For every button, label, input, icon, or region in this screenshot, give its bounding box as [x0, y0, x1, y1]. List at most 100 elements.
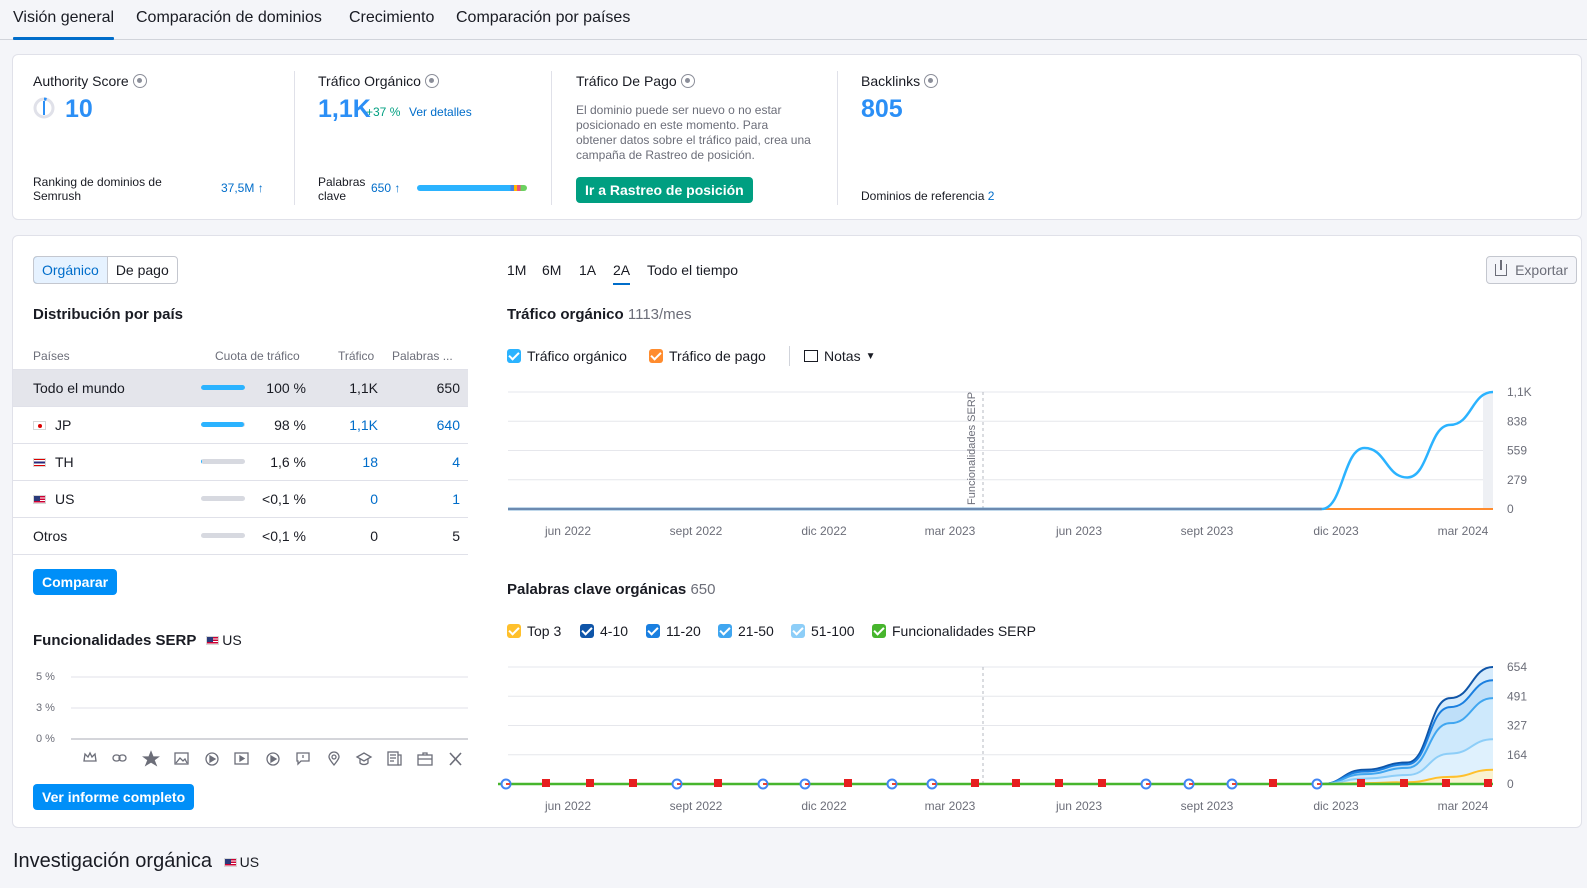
legend-keywords-0[interactable]: Top 3 — [507, 623, 561, 639]
x-tick-label: sept 2023 — [1181, 799, 1234, 813]
traffic-value: 1,1K — [349, 380, 378, 396]
share-bar — [201, 422, 245, 427]
flag-icon[interactable] — [629, 779, 637, 787]
organic-research-label: Investigación orgánica — [13, 850, 213, 872]
info-icon[interactable] — [924, 74, 939, 88]
link-icon[interactable] — [112, 754, 127, 762]
position-tracking-button[interactable]: Ir a Rastreo de posición — [576, 177, 753, 203]
traffic-value[interactable]: 0 — [370, 491, 378, 507]
serp-marker-label: Funcionalidades SERP — [966, 392, 978, 505]
x-tick-label: dic 2022 — [801, 524, 847, 538]
jobs-icon[interactable] — [417, 752, 433, 766]
compare-button[interactable]: Comparar — [33, 569, 118, 595]
news-icon[interactable] — [387, 751, 402, 766]
toggle-paid[interactable]: De pago — [106, 257, 177, 283]
divider — [294, 71, 295, 205]
x-tick-label: mar 2024 — [1438, 799, 1489, 813]
table-row[interactable]: US <0,1 % 0 1 — [13, 481, 468, 518]
flag-icon[interactable] — [586, 779, 594, 787]
flag-icon[interactable] — [1055, 779, 1063, 787]
table-row[interactable]: Otros <0,1 % 0 5 — [13, 518, 468, 555]
country-label: TH — [55, 454, 74, 470]
knowledge-panel-icon[interactable] — [355, 752, 373, 766]
info-icon[interactable] — [424, 74, 439, 88]
referring-domains-label: Dominios de referencia — [861, 189, 985, 203]
flag-icon[interactable] — [1012, 779, 1020, 787]
info-icon[interactable] — [680, 74, 695, 88]
keywords-value[interactable]: 4 — [452, 454, 460, 470]
local-pack-icon[interactable] — [328, 751, 340, 767]
toggle-organic[interactable]: Orgánico — [33, 257, 108, 283]
referring-domains-value[interactable]: 2 — [988, 189, 995, 203]
info-icon[interactable] — [132, 74, 147, 88]
flag-icon[interactable] — [1442, 779, 1450, 787]
legend-keywords-1[interactable]: 4-10 — [580, 623, 628, 639]
notes-dropdown[interactable]: Notas ▼ — [804, 348, 875, 364]
crown-icon[interactable] — [83, 751, 97, 762]
image-icon[interactable] — [174, 752, 189, 765]
tab-country-compare[interactable]: Comparación por países — [456, 9, 630, 27]
country-name: Otros — [33, 528, 67, 544]
period-1a[interactable]: 1A — [579, 262, 596, 278]
organic-traffic-value[interactable]: 1,1K — [318, 95, 371, 124]
tab-growth[interactable]: Crecimiento — [349, 9, 434, 27]
tab-overview[interactable]: Visión general — [13, 9, 115, 40]
flag-icon[interactable] — [1400, 779, 1408, 787]
legend-organic-traffic[interactable]: Tráfico orgánico — [507, 348, 627, 364]
legend-keywords-4[interactable]: 51-100 — [791, 623, 855, 639]
flag-icon[interactable] — [542, 779, 550, 787]
keywords-value[interactable]: 650 ↑ — [371, 181, 400, 195]
flag-icon[interactable] — [844, 779, 852, 787]
share-value: 100 % — [266, 380, 306, 396]
keywords-chart-label: Palabras clave orgánicas — [507, 581, 687, 598]
table-row[interactable]: Todo el mundo 100 % 1,1K 650 — [13, 370, 468, 407]
table-row[interactable]: TH 1,6 % 18 4 — [13, 444, 468, 481]
traffic-chart-title: Tráfico orgánico 1113/mes — [507, 306, 692, 323]
flag-icon[interactable] — [971, 779, 979, 787]
country-name: US — [33, 491, 74, 507]
review-icon[interactable] — [296, 752, 310, 766]
x-twitter-icon[interactable] — [449, 752, 462, 766]
period-all-time[interactable]: Todo el tiempo — [647, 262, 738, 278]
video-icon[interactable] — [205, 752, 219, 766]
legend-paid-traffic[interactable]: Tráfico de pago — [649, 348, 766, 364]
flag-icon[interactable] — [714, 779, 722, 787]
traffic-value[interactable]: 1,1K — [349, 417, 378, 433]
legend-keywords-5[interactable]: Funcionalidades SERP — [872, 623, 1036, 639]
period-1m[interactable]: 1M — [507, 262, 526, 278]
authority-score-title: Authority Score — [33, 73, 147, 89]
period-2a[interactable]: 2A — [613, 262, 631, 285]
backlinks-value[interactable]: 805 — [861, 95, 903, 124]
flag-icon[interactable] — [1484, 779, 1492, 787]
series-line-3 — [508, 697, 1494, 785]
star-icon[interactable] — [142, 750, 160, 767]
keywords-value[interactable]: 640 — [437, 417, 460, 433]
full-report-button[interactable]: Ver informe completo — [33, 784, 195, 810]
ranking-label: Ranking de dominios de Semrush — [33, 175, 162, 203]
flag-icon[interactable] — [1098, 779, 1106, 787]
table-row[interactable]: JP 98 % 1,1K 640 — [13, 407, 468, 444]
keywords-distribution-bar — [417, 185, 527, 191]
legend-keywords-2[interactable]: 11-20 — [646, 623, 701, 639]
flag-icon[interactable] — [1357, 779, 1365, 787]
keywords-value[interactable]: 1 — [452, 491, 460, 507]
tab-domain-compare[interactable]: Comparación de dominios — [136, 9, 322, 27]
serp-country: US — [222, 632, 242, 648]
flag-icon[interactable] — [1269, 779, 1277, 787]
x-tick-label: sept 2022 — [670, 799, 723, 813]
details-link[interactable]: Ver detalles — [409, 105, 472, 119]
y-tick-label: 164 — [1507, 748, 1527, 762]
export-button[interactable]: Exportar — [1486, 256, 1577, 284]
legend-keywords-3[interactable]: 21-50 — [718, 623, 774, 639]
ranking-value[interactable]: 37,5M ↑ — [221, 181, 264, 195]
video-carousel-icon[interactable] — [234, 752, 249, 765]
organic-paid-toggle: Orgánico De pago — [33, 256, 178, 284]
share-value: <0,1 % — [262, 491, 306, 507]
share-bar — [201, 385, 245, 390]
x-tick-label: jun 2023 — [1055, 524, 1102, 538]
export-label: Exportar — [1515, 262, 1568, 278]
featured-video-icon[interactable] — [266, 752, 280, 766]
traffic-value[interactable]: 18 — [362, 454, 378, 470]
period-6m[interactable]: 6M — [542, 262, 561, 278]
y-tick-label: 327 — [1507, 719, 1527, 733]
